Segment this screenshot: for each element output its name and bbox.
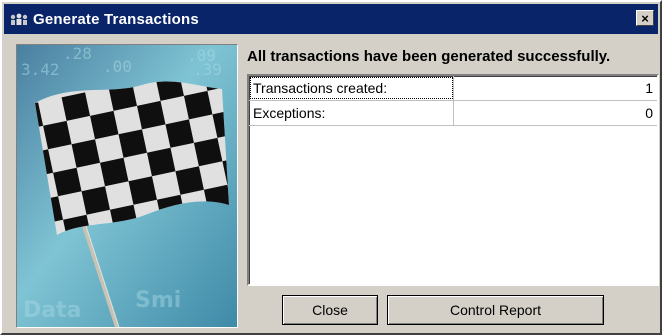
bg-number-1: .28 [63,45,92,63]
generate-transactions-dialog: Generate Transactions × .28 .00 .09 3.42… [0,0,662,335]
results-grid[interactable]: Transactions created: 1 Exceptions: 0 [247,74,659,286]
control-report-button[interactable]: Control Report [387,295,604,325]
close-icon: × [641,10,649,26]
bg-word-1: Data [23,298,81,323]
title-bar[interactable]: Generate Transactions × [4,4,658,34]
row-value: 0 [645,105,653,121]
success-message: All transactions have been generated suc… [247,48,611,65]
checkered-flag-image: .28 .00 .09 3.42 .39 Data Smi [16,44,238,328]
people-icon [9,11,29,27]
bg-number-5: .39 [193,60,222,79]
close-window-button[interactable]: × [636,10,654,26]
close-button-label: Close [312,302,348,318]
bg-number-4: 3.42 [21,60,60,79]
table-row[interactable]: Exceptions: 0 [249,101,657,126]
row-label: Exceptions: [249,101,454,125]
row-value: 1 [645,80,653,96]
window-title: Generate Transactions [33,10,199,28]
table-row[interactable]: Transactions created: 1 [249,76,657,101]
bg-word-2: Smi [135,288,181,313]
bg-number-2: .00 [103,57,132,76]
row-label: Transactions created: [249,76,454,100]
control-report-button-label: Control Report [449,302,542,318]
close-button[interactable]: Close [282,295,378,325]
